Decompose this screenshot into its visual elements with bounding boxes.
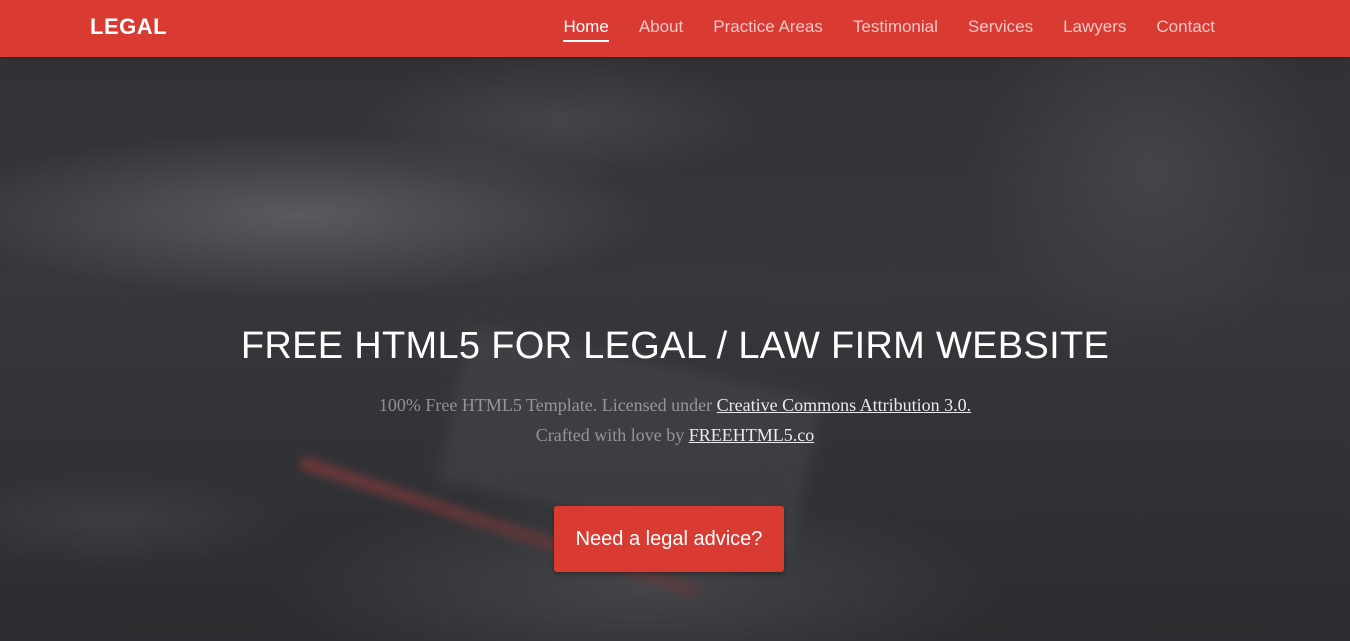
nav-item-testimonial: Testimonial — [853, 17, 938, 42]
page: LEGAL Home About Practice Areas Testimon… — [0, 0, 1350, 641]
nav-item-services: Services — [968, 17, 1033, 42]
nav-link-testimonial[interactable]: Testimonial — [853, 17, 938, 40]
nav-item-about: About — [639, 17, 683, 42]
nav-item-lawyers: Lawyers — [1063, 17, 1126, 42]
nav-item-practice-areas: Practice Areas — [713, 17, 823, 42]
nav-link-home[interactable]: Home — [563, 17, 609, 42]
main-nav: Home About Practice Areas Testimonial Se… — [533, 17, 1215, 42]
license-text: 100% Free HTML5 Template. Licensed under — [378, 395, 717, 415]
nav-item-home: Home — [563, 17, 609, 42]
nav-link-lawyers[interactable]: Lawyers — [1063, 17, 1126, 40]
navbar: LEGAL Home About Practice Areas Testimon… — [0, 0, 1350, 57]
nav-link-contact[interactable]: Contact — [1156, 17, 1215, 40]
hero-subtitle: 100% Free HTML5 Template. Licensed under… — [0, 390, 1350, 450]
license-link[interactable]: Creative Commons Attribution 3.0. — [717, 395, 972, 415]
nav-link-about[interactable]: About — [639, 17, 683, 40]
legal-advice-button[interactable]: Need a legal advice? — [554, 506, 784, 572]
credit-text: Crafted with love by — [535, 425, 689, 445]
hero-content: FREE HTML5 FOR LEGAL / LAW FIRM WEBSITE … — [0, 322, 1350, 450]
nav-item-contact: Contact — [1156, 17, 1215, 42]
brand-logo[interactable]: LEGAL — [90, 14, 167, 40]
nav-link-practice-areas[interactable]: Practice Areas — [713, 17, 823, 40]
credit-link[interactable]: FREEHTML5.co — [689, 425, 815, 445]
hero-title: FREE HTML5 FOR LEGAL / LAW FIRM WEBSITE — [240, 325, 1110, 367]
nav-link-services[interactable]: Services — [968, 17, 1033, 40]
